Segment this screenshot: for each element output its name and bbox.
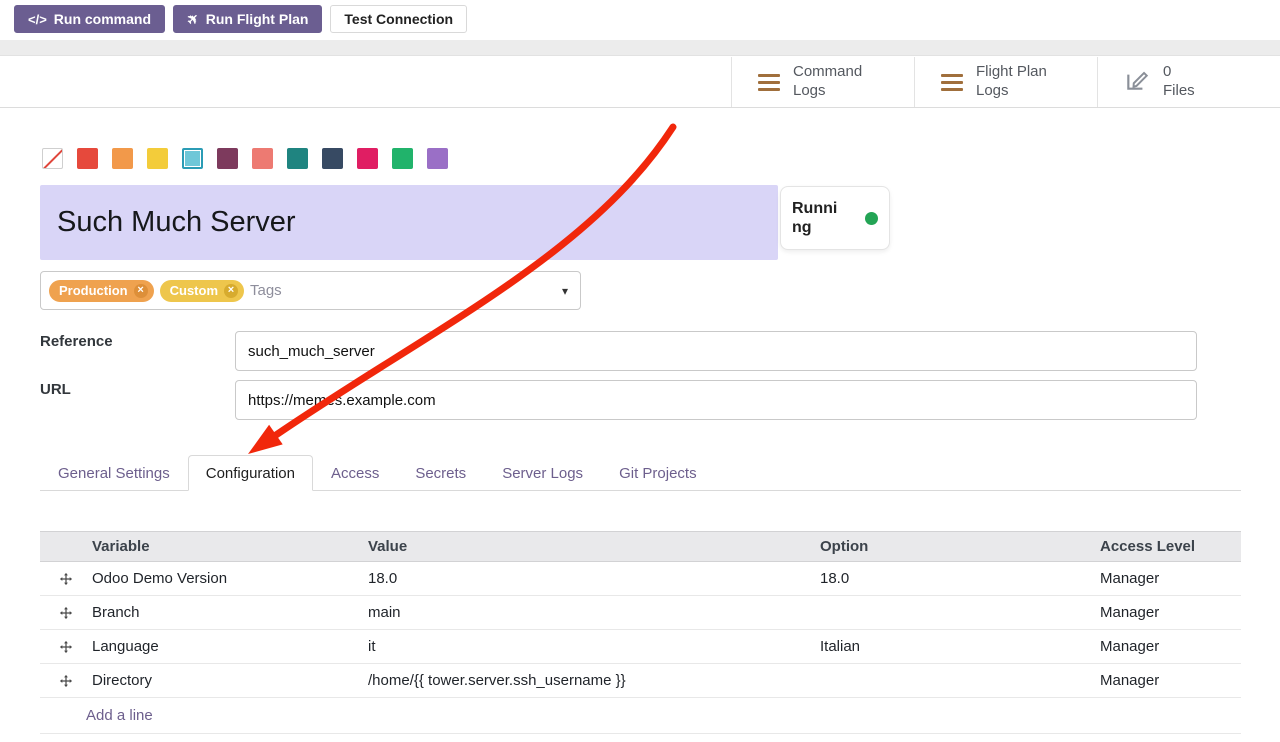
command-logs-line1: Command [793,63,862,82]
server-name-field[interactable]: Such Much Server [40,185,778,260]
table-row[interactable]: Odoo Demo Version18.018.0Manager [40,562,1241,596]
tags-placeholder: Tags [250,282,282,299]
chevron-down-icon[interactable]: ▾ [562,284,568,298]
divider-strip [0,40,1280,56]
files-button[interactable]: 0 Files [1097,57,1280,107]
reference-input[interactable] [235,331,1197,371]
status-dot-icon [865,212,878,225]
cell-value: it [368,638,820,655]
cell-option: Italian [820,638,1100,655]
paper-plane-icon: ✈ [184,10,202,28]
flight-plan-logs-line1: Flight Plan [976,63,1047,82]
run-command-label: Run command [54,12,151,26]
color-swatch-5[interactable] [217,148,238,169]
edit-icon [1124,67,1150,98]
toolbar: </> Run command ✈ Run Flight Plan Test C… [14,5,467,33]
smart-button-bar: Command Logs Flight Plan Logs 0 Files [0,57,1280,108]
table-row[interactable]: Directory/home/{{ tower.server.ssh_usern… [40,664,1241,698]
run-flight-plan-button[interactable]: ✈ Run Flight Plan [173,5,322,33]
status-label: Running [792,199,844,237]
table-row[interactable]: LanguageitItalianManager [40,630,1241,664]
cell-variable: Odoo Demo Version [92,570,368,587]
tag-label: Production [59,283,128,298]
config-table: VariableValueOptionAccess Level Odoo Dem… [40,531,1241,734]
remove-tag-icon[interactable]: × [134,284,148,298]
remove-tag-icon[interactable]: × [224,284,238,298]
drag-handle-icon[interactable] [40,572,92,586]
drag-handle-icon[interactable] [40,674,92,688]
cell-option: 18.0 [820,570,1100,587]
reference-label: Reference [40,333,113,350]
tab-server-logs[interactable]: Server Logs [484,455,601,491]
cell-access_level: Manager [1100,604,1241,621]
header-cell: Access Level [1100,538,1241,555]
color-swatch-3[interactable] [147,148,168,169]
files-text: Files [1163,82,1195,101]
tab-access[interactable]: Access [313,455,397,491]
tab-configuration[interactable]: Configuration [188,455,313,491]
status-card: Running [780,186,890,250]
table-header: VariableValueOptionAccess Level [40,531,1241,562]
test-connection-button[interactable]: Test Connection [330,5,467,33]
tab-general-settings[interactable]: General Settings [40,455,188,491]
drag-handle-icon[interactable] [40,640,92,654]
cell-access_level: Manager [1100,638,1241,655]
tab-secrets[interactable]: Secrets [397,455,484,491]
tags-select[interactable]: Production × Custom × Tags ▾ [40,271,581,310]
cell-value: 18.0 [368,570,820,587]
color-swatch-6[interactable] [252,148,273,169]
cell-value: /home/{{ tower.server.ssh_username }} [368,672,820,689]
color-swatch-10[interactable] [392,148,413,169]
flight-plan-logs-button[interactable]: Flight Plan Logs [914,57,1097,107]
cell-variable: Branch [92,604,368,621]
command-logs-line2: Logs [793,82,862,101]
tab-git-projects[interactable]: Git Projects [601,455,715,491]
run-flight-plan-label: Run Flight Plan [206,12,309,26]
test-connection-label: Test Connection [344,12,453,26]
header-cell: Value [368,538,820,555]
url-input[interactable] [235,380,1197,420]
add-line-link[interactable]: Add a line [40,698,1241,734]
tag-label: Custom [170,283,218,298]
drag-handle-icon[interactable] [40,606,92,620]
color-swatch-1[interactable] [77,148,98,169]
cell-value: main [368,604,820,621]
color-swatch-8[interactable] [322,148,343,169]
tag-pill[interactable]: Production × [49,280,154,302]
tabs: General SettingsConfigurationAccessSecre… [40,455,715,491]
cell-variable: Directory [92,672,368,689]
list-icon [758,74,780,91]
command-logs-label: Command Logs [793,63,862,101]
table-row[interactable]: Branchmain Manager [40,596,1241,630]
header-cell: Variable [92,538,368,555]
run-command-button[interactable]: </> Run command [14,5,165,33]
cell-variable: Language [92,638,368,655]
url-label: URL [40,381,71,398]
flight-plan-logs-label: Flight Plan Logs [976,63,1047,101]
tag-pill[interactable]: Custom × [160,280,244,302]
list-icon [941,74,963,91]
flight-plan-logs-line2: Logs [976,82,1047,101]
color-swatch-7[interactable] [287,148,308,169]
color-swatch-4[interactable] [182,148,203,169]
files-label: 0 Files [1163,63,1195,101]
table-body: Odoo Demo Version18.018.0ManagerBranchma… [40,562,1241,698]
cell-access_level: Manager [1100,672,1241,689]
tags-list: Production × Custom × [49,280,244,302]
color-swatch-2[interactable] [112,148,133,169]
color-palette [42,148,448,169]
color-swatch-9[interactable] [357,148,378,169]
files-count: 0 [1163,63,1195,82]
cell-access_level: Manager [1100,570,1241,587]
code-icon: </> [28,13,47,26]
color-swatch-0[interactable] [42,148,63,169]
color-swatch-11[interactable] [427,148,448,169]
header-cell: Option [820,538,1100,555]
command-logs-button[interactable]: Command Logs [731,57,914,107]
